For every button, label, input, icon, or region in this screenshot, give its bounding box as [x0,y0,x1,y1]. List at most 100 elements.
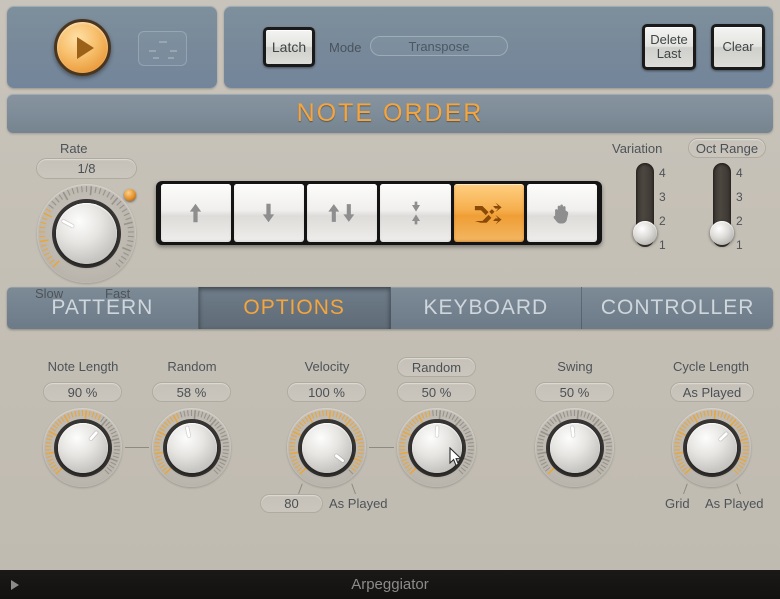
tab-label: OPTIONS [243,296,345,319]
oct-range-scale-3: 3 [736,190,743,204]
variation-slider-thumb[interactable] [633,221,657,245]
plugin-frame: Latch Mode Transpose Delete Last Clear N… [0,0,780,570]
note-order-down[interactable] [233,184,305,242]
knob-cap [301,422,352,473]
oct-range-slider-thumb[interactable] [710,221,734,245]
oct-range-label: Oct Range [695,140,759,156]
velocity-min-label: 80 [284,496,299,511]
arpeggiator-plugin-window: Latch Mode Transpose Delete Last Clear N… [0,0,780,599]
note-length-field[interactable]: 90 % [43,382,122,402]
oct-range-button[interactable]: Oct Range [688,138,766,158]
delete-last-button[interactable]: Delete Last [642,24,696,70]
mode-value: Transpose [408,38,470,54]
velocity-random-value: 50 % [421,384,452,400]
delete-last-line1: Delete [650,32,688,48]
rate-field[interactable]: 1/8 [36,158,137,179]
velocity-random-field[interactable]: 50 % [397,382,476,402]
knob-pointer [435,425,439,437]
latch-button[interactable]: Latch [263,27,315,67]
footer-play-triangle-icon[interactable] [11,580,19,590]
delete-last-line2: Last [656,46,682,61]
knob-cap [166,422,217,473]
variation-scale-3: 3 [659,190,666,204]
note-length-knob[interactable] [43,408,122,487]
arrow-up-down-icon [327,202,357,224]
velocity-random-knob[interactable] [397,408,476,487]
note-order-up[interactable] [160,184,231,242]
velocity-field[interactable]: 100 % [287,382,366,402]
rate-value: 1/8 [77,161,96,176]
transport-bar: Latch Mode Transpose Delete Last Clear [7,6,773,88]
oct-range-scale-2: 2 [736,214,743,228]
knob-cap [686,422,737,473]
knob-pointer [570,425,575,437]
clear-button[interactable]: Clear [711,24,765,70]
oct-range-scale: 4 3 2 1 [736,163,750,251]
knob-pointer [718,431,729,441]
note-order-random[interactable] [453,184,525,242]
knob-pointer [334,453,345,463]
note-length-connector [125,447,149,448]
clear-label: Clear [722,39,754,55]
tab-keyboard[interactable]: KEYBOARD [390,287,583,329]
shuffle-icon [474,202,504,225]
note-order-header: NOTE ORDER [7,94,773,133]
variation-label: Variation [612,141,663,156]
oct-range-scale-4: 4 [736,166,743,180]
arrow-down-icon [260,202,277,224]
note-length-random-knob[interactable] [152,408,231,487]
transport-panel [7,6,217,88]
note-order-as-played[interactable] [527,184,598,242]
cycle-length-field[interactable]: As Played [670,382,754,402]
rate-label: Rate [60,141,88,156]
velocity-random-label: Random [411,359,462,375]
knob-cap [549,422,600,473]
note-order-down-up[interactable] [380,184,451,242]
note-order-up-down[interactable] [307,184,378,242]
variation-scale-2: 2 [659,214,666,228]
tab-label: PATTERN [51,296,154,319]
oct-range-scale-1: 1 [736,238,743,252]
note-order-body: Rate 1/8 Slow Fast Variation 4 3 2 1 Oct Ra… [7,133,773,301]
play-icon[interactable] [54,19,111,76]
note-length-random-label: Random [167,359,217,374]
velocity-value: 100 % [308,384,345,400]
knob-pointer [185,425,191,438]
velocity-knob[interactable] [287,408,366,487]
velocity-connector [369,447,394,448]
knob-cap [411,422,462,473]
knob-cap [56,203,117,264]
velocity-random-button[interactable]: Random [397,357,476,377]
midi-pattern-icon[interactable] [138,31,187,66]
options-panel: Note Length 90 % Random 58 % Velocity 10… [7,329,773,561]
tab-options[interactable]: OPTIONS [198,287,391,329]
velocity-max-label: As Played [329,496,388,511]
hand-icon [552,202,572,225]
mode-dropdown[interactable]: Transpose [370,36,508,56]
rate-min-label: Slow [35,286,64,301]
variation-scale-4: 4 [659,166,666,180]
cycle-length-knob[interactable] [672,408,751,487]
velocity-min-field[interactable]: 80 [260,494,323,513]
note-length-value: 90 % [67,384,98,400]
note-order-button-group [156,181,602,245]
note-order-title: NOTE ORDER [296,99,484,127]
swing-knob[interactable] [535,408,614,487]
note-length-random-field[interactable]: 58 % [152,382,231,402]
play-triangle-icon [76,36,94,59]
variation-scale: 4 3 2 1 [659,163,673,251]
cycle-length-min-label: Grid [665,496,690,511]
mode-label: Mode [329,40,362,55]
note-length-label: Note Length [47,359,119,374]
knob-cap [57,422,108,473]
tab-controller[interactable]: CONTROLLER [582,287,773,329]
cycle-length-value: As Played [682,384,742,400]
knob-pointer [61,219,75,229]
rate-max-label: Fast [105,286,131,301]
cycle-length-max-label: As Played [705,496,764,511]
swing-field[interactable]: 50 % [535,382,614,402]
rate-led-icon [124,189,136,201]
swing-value: 50 % [559,384,590,400]
rate-knob[interactable] [37,184,136,283]
footer-title: Arpeggiator [351,576,429,593]
